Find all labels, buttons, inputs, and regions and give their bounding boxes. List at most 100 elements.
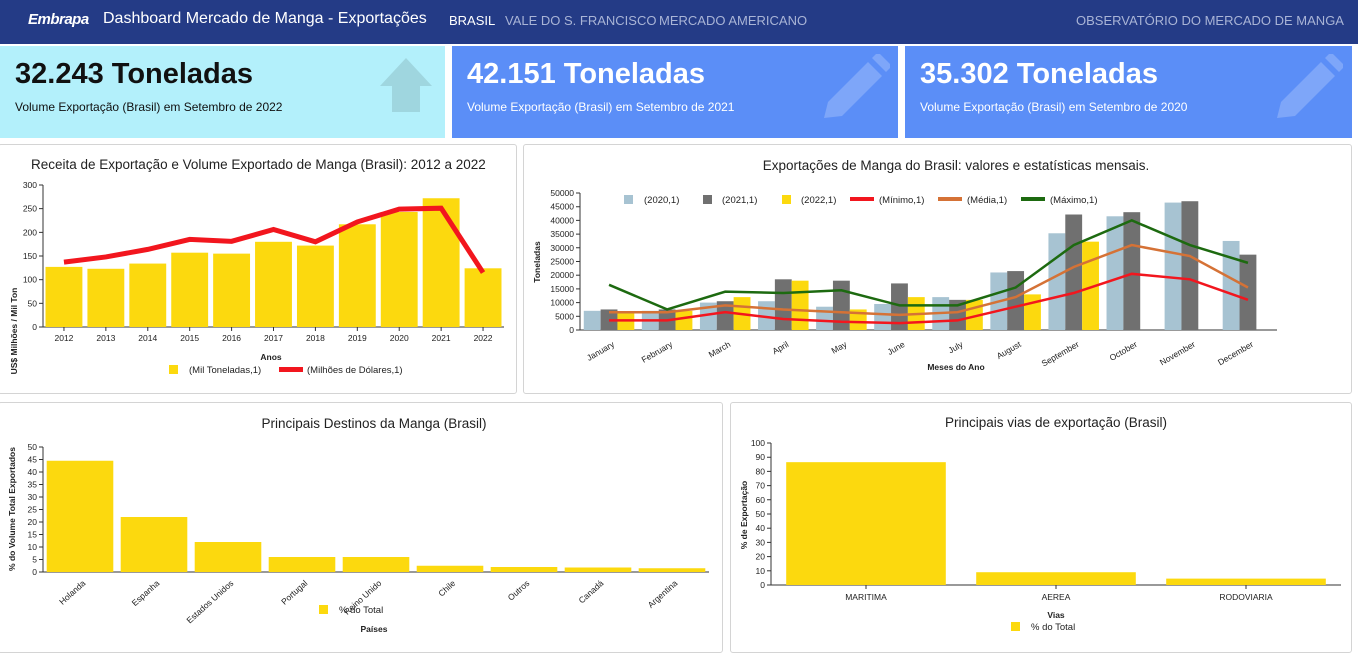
y-axis-label: % do Volume Total Exportados (7, 447, 17, 571)
bar-2020 (1048, 233, 1066, 330)
y-tick-label: 15000 (550, 284, 574, 294)
x-tick-label: 2015 (180, 333, 199, 343)
legend-swatch (1011, 622, 1020, 631)
bar-volume (296, 245, 334, 327)
embrapa-logo[interactable]: Embrapa (28, 11, 89, 28)
bar-2020 (1106, 216, 1124, 330)
bar-volume (45, 266, 83, 327)
bar-via (786, 462, 946, 585)
nav-link-vale-do-sao-francisco[interactable]: VALE DO S. FRANCISCO (505, 13, 656, 28)
x-tick-label: 2013 (96, 333, 115, 343)
legend-label: (Média,1) (967, 195, 1007, 206)
legend-swatch (319, 605, 328, 614)
bar-2021 (1065, 214, 1083, 330)
chart-panel-vias: Principais vias de exportação (Brasil) %… (730, 402, 1352, 653)
x-tick-label: Portugal (279, 578, 309, 607)
x-tick-label: Argentina (646, 578, 680, 610)
x-tick-label: March (707, 339, 733, 360)
y-tick-label: 35 (28, 480, 38, 490)
legend-swatch-2021 (703, 195, 712, 204)
bar-2020 (583, 310, 601, 330)
bar-volume (87, 268, 125, 327)
y-tick-label: 30 (756, 537, 766, 547)
chart-panel-receita-volume: Receita de Exportação e Volume Exportado… (0, 144, 517, 394)
kpi-value: 42.151 Toneladas (467, 58, 706, 90)
x-tick-label: 2020 (390, 333, 409, 343)
legend-label: % do Total (1031, 622, 1075, 633)
chart-principais-destinos: Principais Destinos da Manga (Brasil) % … (7, 416, 709, 634)
bar-2022 (791, 280, 809, 330)
x-tick-label: August (995, 339, 1023, 361)
y-tick-label: 20 (28, 517, 38, 527)
x-axis-label: Países (361, 624, 388, 634)
x-tick-label: 2014 (138, 333, 157, 343)
bar-destino (46, 460, 114, 572)
chart-title: Principais Destinos da Manga (Brasil) (261, 416, 486, 431)
x-tick-label: July (946, 339, 965, 356)
y-tick-label: 60 (756, 495, 766, 505)
kpi-caption: Volume Exportação (Brasil) em Setembro d… (15, 100, 283, 114)
bar-2021 (1123, 212, 1141, 330)
chart-title: Principais vias de exportação (Brasil) (945, 415, 1167, 430)
legend-swatch-line (279, 367, 303, 372)
y-tick-label: 50 (28, 442, 38, 452)
kpi-card-2020: 35.302 Toneladas Volume Exportação (Bras… (905, 46, 1352, 138)
bar-2021 (774, 279, 792, 330)
y-tick-label: 40 (28, 467, 38, 477)
line-maximo (608, 219, 1249, 311)
x-tick-label: Outros (506, 578, 532, 603)
y-tick-label: 100 (751, 438, 765, 448)
pencil-icon (1277, 54, 1343, 118)
kpi-value: 35.302 Toneladas (920, 58, 1159, 90)
chart-receita-volume: Receita de Exportação e Volume Exportado… (9, 157, 504, 376)
x-tick-label: June (885, 339, 906, 357)
legend-swatch-media (938, 197, 962, 201)
y-tick-label: 50 (756, 509, 766, 519)
legend-label: (Mil Toneladas,1) (189, 365, 261, 376)
bar-destino (268, 557, 336, 572)
bar-2021 (1181, 201, 1199, 330)
chart-panel-mensal: Exportações de Manga do Brasil: valores … (523, 144, 1352, 394)
pencil-icon (824, 54, 890, 118)
x-tick-label: 2017 (264, 333, 283, 343)
x-tick-label: 2019 (348, 333, 367, 343)
app-title[interactable]: Dashboard Mercado de Manga - Exportações (103, 10, 427, 28)
y-tick-label: 45000 (550, 202, 574, 212)
y-tick-label: 10 (756, 566, 766, 576)
bar-2021 (1007, 271, 1025, 330)
y-tick-label: 90 (756, 452, 766, 462)
chart-vias-exportacao: Principais vias de exportação (Brasil) %… (739, 415, 1341, 633)
nav-link-mercado-americano[interactable]: MERCADO AMERICANO (659, 13, 807, 28)
x-tick-label: December (1216, 339, 1255, 367)
nav-link-brasil[interactable]: BRASIL (449, 13, 495, 28)
y-tick-label: 250 (23, 204, 37, 214)
y-tick-label: 25000 (550, 257, 574, 267)
x-tick-label: 2016 (222, 333, 241, 343)
y-tick-label: 25 (28, 505, 38, 515)
y-tick-label: 200 (23, 227, 37, 237)
chart-title: Exportações de Manga do Brasil: valores … (763, 158, 1149, 173)
x-tick-label: Canadá (577, 578, 606, 606)
x-tick-label: 2018 (306, 333, 325, 343)
x-axis-label: Meses do Ano (927, 362, 984, 372)
x-tick-label: October (1108, 339, 1139, 363)
y-tick-label: 0 (569, 325, 574, 335)
y-tick-label: 0 (32, 567, 37, 577)
bar-2022 (675, 310, 693, 330)
x-tick-label: RODOVIARIA (1219, 592, 1273, 602)
kpi-caption: Volume Exportação (Brasil) em Setembro d… (467, 100, 735, 114)
y-tick-label: 5 (32, 555, 37, 565)
nav-link-observatorio[interactable]: OBSERVATÓRIO DO MERCADO DE MANGA (1076, 13, 1344, 28)
y-axis-label: US$ Milhões / Mil Ton (9, 288, 19, 375)
y-tick-label: 300 (23, 180, 37, 190)
bar-2020 (1164, 202, 1182, 330)
bar-volume (213, 253, 251, 327)
y-tick-label: 150 (23, 251, 37, 261)
y-tick-label: 10000 (550, 298, 574, 308)
y-tick-label: 0 (760, 580, 765, 590)
y-axis-label: Toneladas (532, 241, 542, 283)
x-tick-label: MARITIMA (845, 592, 887, 602)
kpi-value: 32.243 Toneladas (15, 58, 254, 90)
bar-volume (171, 252, 209, 327)
bar-destino (416, 565, 484, 572)
